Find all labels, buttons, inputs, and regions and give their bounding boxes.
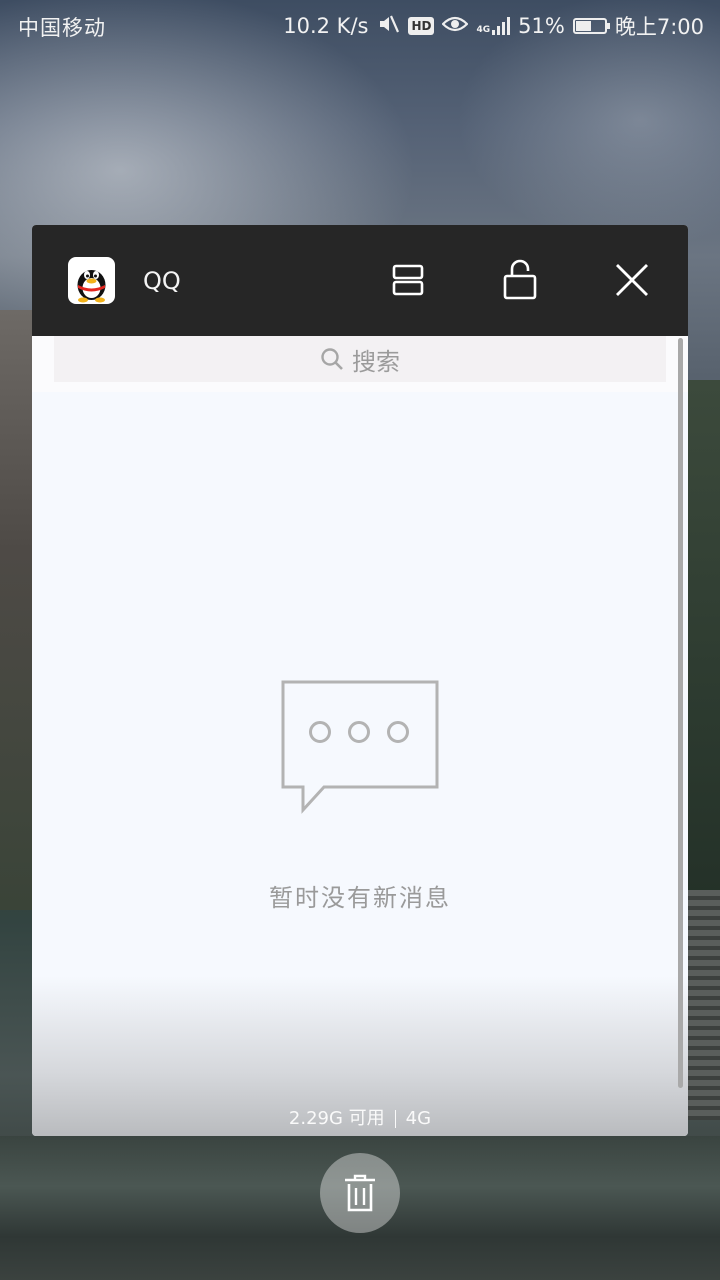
battery-icon xyxy=(572,18,610,34)
qq-app-icon xyxy=(68,257,115,304)
search-icon xyxy=(321,348,343,370)
card-header: QQ xyxy=(32,225,688,336)
split-screen-icon xyxy=(392,264,424,296)
recent-app-card[interactable]: QQ 搜索 暂时没有新消息 2.29G 可用 4G xyxy=(32,225,688,1136)
status-bar: 中国移动 10.2 K/s HD 4G 51% 晚上7:00 xyxy=(0,0,720,50)
battery-percent: 51% xyxy=(518,14,565,38)
app-name: QQ xyxy=(143,267,181,295)
hd-badge: HD xyxy=(408,17,435,35)
net-type-label: 4G xyxy=(476,25,491,35)
split-screen-button[interactable] xyxy=(383,255,433,305)
search-area: 搜索 xyxy=(32,336,688,392)
lock-app-button[interactable] xyxy=(495,255,545,305)
clock: 晚上7:00 xyxy=(614,15,704,39)
close-icon xyxy=(616,264,648,296)
close-app-button[interactable] xyxy=(607,255,657,305)
memory-total: 4G xyxy=(405,1108,432,1129)
signal-icon: 4G xyxy=(476,17,511,35)
search-input[interactable]: 搜索 xyxy=(54,336,666,382)
mute-icon xyxy=(376,12,400,41)
chat-bubble-icon xyxy=(281,680,439,814)
trash-icon xyxy=(345,1174,375,1212)
empty-message: 暂时没有新消息 xyxy=(269,884,451,912)
clear-all-button[interactable] xyxy=(320,1153,400,1233)
search-placeholder: 搜索 xyxy=(352,347,400,376)
eye-icon xyxy=(441,14,470,39)
scrollbar[interactable] xyxy=(678,338,683,1088)
memory-info: 2.29G 可用 4G xyxy=(32,1104,688,1130)
memory-divider xyxy=(394,1110,396,1128)
unlock-icon xyxy=(503,259,537,300)
memory-available: 2.29G 可用 xyxy=(288,1108,385,1129)
carrier-label: 中国移动 xyxy=(18,16,106,40)
wallpaper-pier xyxy=(688,890,720,1120)
net-speed: 10.2 K/s xyxy=(283,14,369,38)
